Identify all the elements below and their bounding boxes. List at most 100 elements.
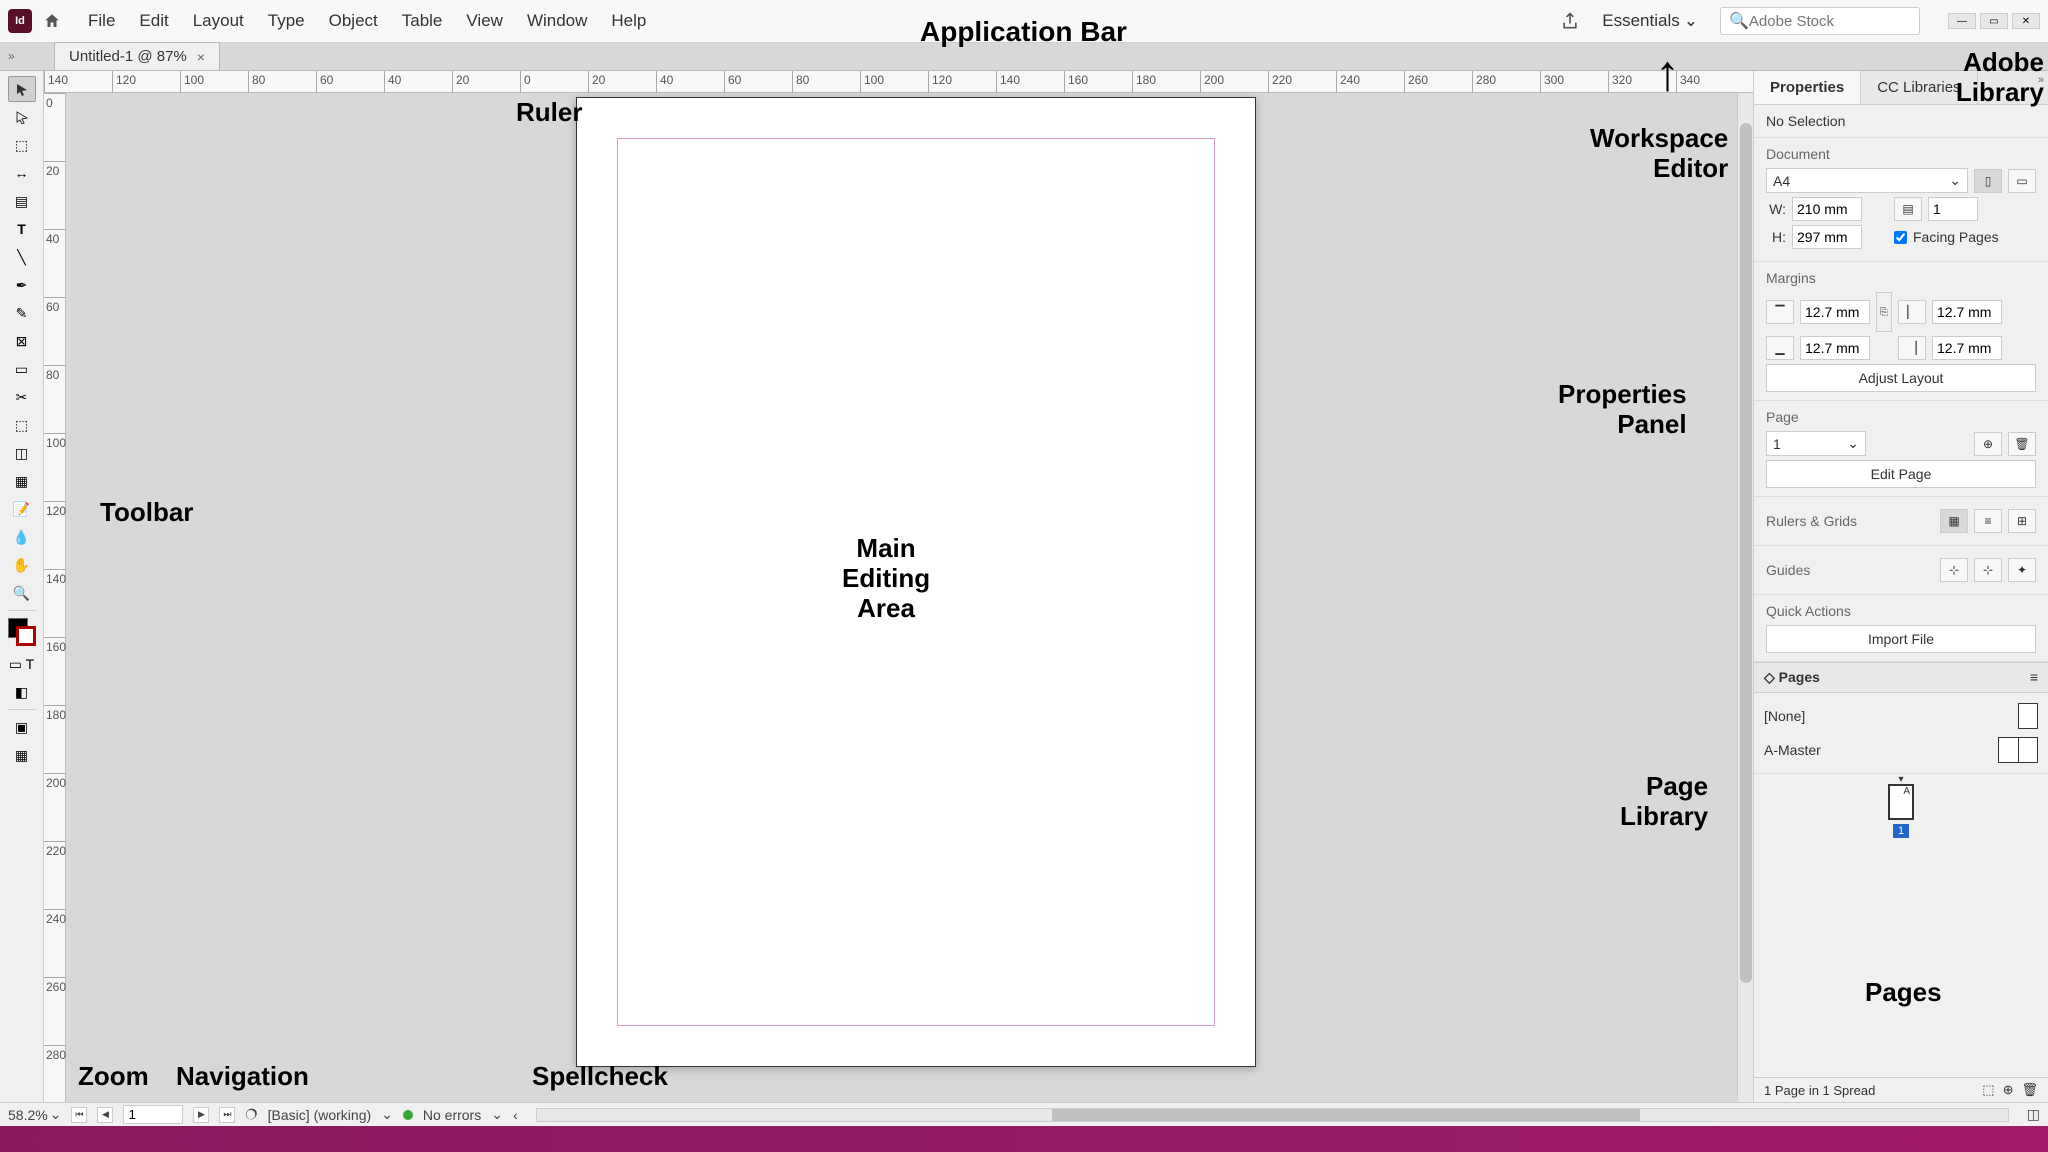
content-collector-tool[interactable]: ▤ xyxy=(8,188,36,214)
stock-search-input[interactable] xyxy=(1749,13,1911,30)
formatting-container[interactable]: ▭ T xyxy=(8,651,36,677)
horizontal-ruler[interactable]: 1401201008060402002040608010012014016018… xyxy=(44,71,1753,93)
master-a[interactable]: A-Master xyxy=(1764,733,2038,767)
master-none[interactable]: [None] xyxy=(1764,699,2038,733)
home-icon[interactable] xyxy=(40,9,64,33)
menu-table[interactable]: Table xyxy=(390,5,455,37)
margin-left-input[interactable] xyxy=(1932,300,2002,324)
close-button[interactable]: ✕ xyxy=(2012,13,2040,29)
normal-view[interactable]: ▣ xyxy=(8,714,36,740)
selection-tool[interactable] xyxy=(8,76,36,102)
gap-tool[interactable]: ↔ xyxy=(8,160,36,186)
menu-type[interactable]: Type xyxy=(256,5,317,37)
tab-properties[interactable]: Properties xyxy=(1754,71,1861,104)
page-number-select[interactable]: 1⌄ xyxy=(1766,431,1866,456)
last-page-button[interactable]: ⏭ xyxy=(219,1107,235,1123)
fill-stroke-swatch[interactable] xyxy=(8,618,36,646)
chevron-down-icon[interactable]: ⌄ xyxy=(491,1106,503,1123)
document-tab[interactable]: Untitled-1 @ 87% × xyxy=(54,42,220,70)
guides-icon-1[interactable]: ⊹ xyxy=(1940,558,1968,582)
panel-menu-icon[interactable]: ≡ xyxy=(2030,669,2038,685)
zoom-control[interactable]: 58.2%⌄ xyxy=(8,1106,61,1123)
menu-help[interactable]: Help xyxy=(599,5,658,37)
master-a-thumb-right[interactable] xyxy=(2018,737,2038,763)
vertical-scroll-thumb[interactable] xyxy=(1740,123,1752,983)
pencil-tool[interactable]: ✎ xyxy=(8,300,36,326)
menu-layout[interactable]: Layout xyxy=(181,5,256,37)
menu-edit[interactable]: Edit xyxy=(127,5,180,37)
menu-file[interactable]: File xyxy=(76,5,127,37)
page-tool[interactable]: ⬚ xyxy=(8,132,36,158)
canvas-area[interactable]: 1401201008060402002040608010012014016018… xyxy=(44,71,1753,1102)
next-page-button[interactable]: ▶ xyxy=(193,1107,209,1123)
adobe-stock-search[interactable]: 🔍 xyxy=(1720,7,1920,35)
width-input[interactable] xyxy=(1792,197,1862,221)
master-none-thumb[interactable] xyxy=(2018,703,2038,729)
pages-count-input[interactable] xyxy=(1928,197,1978,221)
margin-bottom-input[interactable] xyxy=(1800,336,1870,360)
facing-pages-checkbox[interactable]: Facing Pages xyxy=(1894,229,1999,245)
import-file-button[interactable]: Import File xyxy=(1766,625,2036,653)
page-1-thumb[interactable]: A 1 xyxy=(1888,784,1914,838)
stroke-swatch[interactable] xyxy=(16,626,36,646)
close-tab-icon[interactable]: × xyxy=(197,49,205,65)
split-view-icon[interactable]: ◫ xyxy=(2027,1106,2040,1123)
menu-view[interactable]: View xyxy=(454,5,515,37)
share-icon[interactable] xyxy=(1560,11,1580,31)
tab-cc-libraries[interactable]: CC Libraries xyxy=(1861,71,1977,104)
delete-page-icon[interactable]: 🗑 xyxy=(2008,432,2036,456)
facing-pages-input[interactable] xyxy=(1894,231,1907,244)
type-tool[interactable]: T xyxy=(8,216,36,242)
document-page[interactable] xyxy=(576,97,1256,1067)
vertical-ruler[interactable]: 020406080100120140160180200220240260280 xyxy=(44,93,66,1102)
smart-guides-icon[interactable]: ✦ xyxy=(2008,558,2036,582)
height-input[interactable] xyxy=(1792,225,1862,249)
rulers-icon[interactable]: ▦ xyxy=(1940,509,1968,533)
master-a-thumb-left[interactable] xyxy=(1998,737,2018,763)
page-preset-select[interactable]: A4⌄ xyxy=(1766,168,1968,193)
adjust-layout-button[interactable]: Adjust Layout xyxy=(1766,364,2036,392)
prev-page-button[interactable]: ◀ xyxy=(97,1107,113,1123)
hand-tool[interactable]: ✋ xyxy=(8,552,36,578)
margin-top-input[interactable] xyxy=(1800,300,1870,324)
chevron-down-icon[interactable]: ⌄ xyxy=(381,1106,393,1123)
rectangle-tool[interactable]: ▭ xyxy=(8,356,36,382)
gradient-swatch-tool[interactable]: ◫ xyxy=(8,440,36,466)
current-page-input[interactable] xyxy=(123,1105,183,1124)
edit-page-size-icon[interactable]: ⬚ xyxy=(1982,1082,1994,1098)
menu-object[interactable]: Object xyxy=(317,5,390,37)
preview-view[interactable]: ▦ xyxy=(8,742,36,768)
edit-page-button[interactable]: Edit Page xyxy=(1766,460,2036,488)
workspace-selector[interactable]: Essentials ⌄ xyxy=(1592,7,1708,35)
guides-icon-2[interactable]: ⊹ xyxy=(1974,558,2002,582)
collapse-panel-icon[interactable]: » xyxy=(2038,74,2044,86)
free-transform-tool[interactable]: ⬚ xyxy=(8,412,36,438)
delete-page-trash-icon[interactable]: 🗑 xyxy=(2021,1082,2038,1098)
apply-color[interactable]: ◧ xyxy=(8,679,36,705)
line-tool[interactable]: ╲ xyxy=(8,244,36,270)
menu-window[interactable]: Window xyxy=(515,5,599,37)
maximize-button[interactable]: ▭ xyxy=(1980,13,2008,29)
minimize-button[interactable]: — xyxy=(1948,13,1976,29)
new-page-icon[interactable]: ⊕ xyxy=(1974,432,2002,456)
document-grid-icon[interactable]: ⊞ xyxy=(2008,509,2036,533)
margin-right-input[interactable] xyxy=(1932,336,2002,360)
orientation-landscape[interactable]: ▭ xyxy=(2008,169,2036,193)
link-margins-icon[interactable]: ⎘ xyxy=(1876,292,1892,332)
orientation-portrait[interactable]: ▯ xyxy=(1974,169,2002,193)
horizontal-scrollbar[interactable] xyxy=(536,1108,2009,1122)
scissors-tool[interactable]: ✂ xyxy=(8,384,36,410)
open-nav-icon[interactable]: 🔿 xyxy=(245,1106,257,1123)
rectangle-frame-tool[interactable]: ⊠ xyxy=(8,328,36,354)
baseline-grid-icon[interactable]: ≡ xyxy=(1974,509,2002,533)
direct-selection-tool[interactable] xyxy=(8,104,36,130)
chevron-left-icon[interactable]: ‹ xyxy=(513,1107,518,1123)
vertical-scrollbar[interactable] xyxy=(1737,93,1753,1102)
gradient-feather-tool[interactable]: ▦ xyxy=(8,468,36,494)
create-new-page-icon[interactable]: ⊕ xyxy=(2003,1082,2014,1098)
eyedropper-tool[interactable]: 💧 xyxy=(8,524,36,550)
pen-tool[interactable]: ✒ xyxy=(8,272,36,298)
pages-panel-header[interactable]: ◇ Pages ≡ xyxy=(1754,663,2048,693)
zoom-tool[interactable]: 🔍 xyxy=(8,580,36,606)
note-tool[interactable]: 📝 xyxy=(8,496,36,522)
